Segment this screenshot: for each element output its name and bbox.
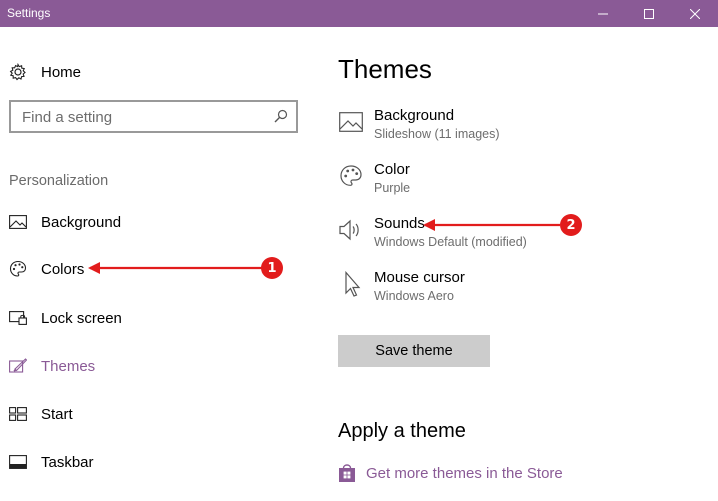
close-icon <box>690 8 700 19</box>
sidebar-item-start[interactable]: Start <box>9 403 73 425</box>
sidebar-item-taskbar[interactable]: Taskbar <box>9 451 94 473</box>
window-title: Settings <box>7 6 51 20</box>
store-link-label: Get more themes in the Store <box>366 464 563 482</box>
sidebar-item-label: Background <box>41 213 122 231</box>
store-link[interactable]: Get more themes in the Store <box>338 463 563 483</box>
sidebar-item-background[interactable]: Background <box>9 211 121 233</box>
palette-icon <box>338 163 364 189</box>
maximize-icon <box>644 8 654 19</box>
sidebar-item-colors[interactable]: Colors <box>9 258 84 280</box>
annotation-badge-1: 1 <box>261 257 283 279</box>
theme-item-value: Slideshow (11 images) <box>374 127 500 141</box>
theme-item-name: Color <box>374 161 410 178</box>
apply-theme-heading: Apply a theme <box>338 420 466 442</box>
home-link[interactable]: Home <box>9 62 81 82</box>
search-box[interactable]: Find a setting <box>9 100 298 133</box>
theme-item-value: Purple <box>374 181 411 195</box>
gear-icon <box>9 63 26 81</box>
picture-icon <box>338 109 364 135</box>
taskbar-icon <box>9 453 27 471</box>
home-label: Home <box>41 63 82 81</box>
theme-item-name: Mouse cursor <box>374 269 465 286</box>
theme-item-color[interactable]: Color Purple <box>338 161 638 201</box>
maximize-button[interactable] <box>626 0 672 27</box>
sidebar-item-label: Start <box>41 405 73 423</box>
sidebar-item-lock-screen[interactable]: Lock screen <box>9 307 122 329</box>
palette-icon <box>9 260 27 278</box>
minimize-button[interactable] <box>580 0 626 27</box>
search-icon[interactable] <box>274 109 288 123</box>
paintbrush-icon <box>9 357 27 375</box>
sidebar-item-label: Colors <box>41 260 85 278</box>
theme-item-name: Sounds <box>374 215 425 232</box>
speaker-icon <box>338 217 364 243</box>
theme-item-mouse-cursor[interactable]: Mouse cursor Windows Aero <box>338 269 638 309</box>
title-bar: Settings <box>0 0 718 27</box>
search-placeholder: Find a setting <box>22 109 113 126</box>
section-label-personalization: Personalization <box>9 173 109 189</box>
start-grid-icon <box>9 405 27 423</box>
theme-item-value: Windows Default (modified) <box>374 235 527 249</box>
theme-item-sounds[interactable]: Sounds Windows Default (modified) <box>338 215 638 255</box>
cursor-icon <box>338 271 364 297</box>
main-content: Themes Background Slideshow (11 images) … <box>318 27 718 501</box>
sidebar-item-label: Lock screen <box>41 309 122 327</box>
close-button[interactable] <box>672 0 718 27</box>
sidebar-item-label: Taskbar <box>41 453 94 471</box>
annotation-badge-2: 2 <box>560 214 582 236</box>
sidebar-item-label: Themes <box>41 357 96 375</box>
picture-icon <box>9 213 27 231</box>
minimize-icon <box>598 13 608 14</box>
page-title: Themes <box>338 54 432 84</box>
theme-item-name: Background <box>374 107 455 124</box>
lock-screen-icon <box>9 309 27 327</box>
save-theme-button[interactable]: Save theme <box>338 335 490 367</box>
theme-item-value: Windows Aero <box>374 289 454 303</box>
store-bag-icon <box>339 464 355 482</box>
sidebar-item-themes[interactable]: Themes <box>9 355 95 377</box>
theme-item-background[interactable]: Background Slideshow (11 images) <box>338 107 638 147</box>
